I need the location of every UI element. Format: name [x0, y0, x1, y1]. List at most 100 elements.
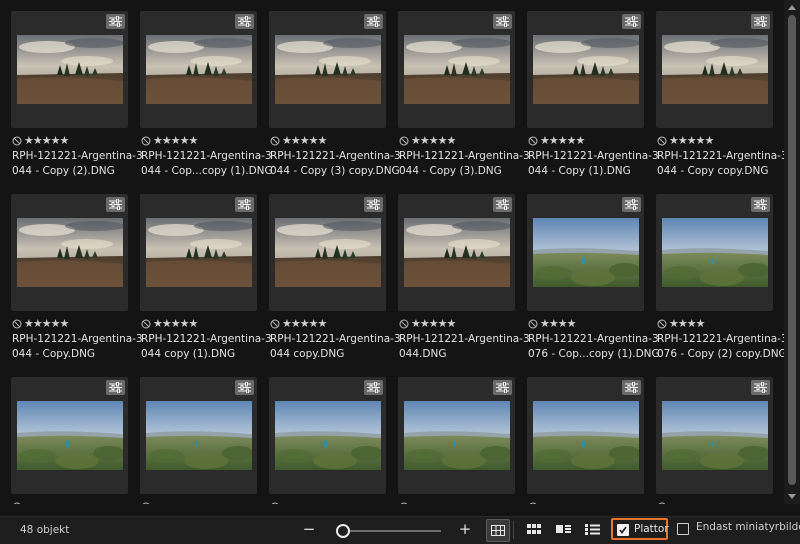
- thumbnail-frame[interactable]: [527, 11, 644, 128]
- reject-icon[interactable]: [12, 319, 22, 329]
- adjustments-button[interactable]: [622, 14, 641, 29]
- adjustments-button[interactable]: [235, 14, 254, 29]
- reject-icon[interactable]: [141, 136, 151, 146]
- thumbnail-tile[interactable]: [11, 377, 128, 504]
- thumbnail-frame[interactable]: [11, 11, 128, 128]
- thumbnail-frame[interactable]: [11, 377, 128, 494]
- thumbnail-frame[interactable]: [269, 194, 386, 311]
- adjustments-button[interactable]: [106, 14, 125, 29]
- star-rating[interactable]: ★★★★: [669, 318, 705, 330]
- tiles-checkbox[interactable]: [617, 524, 629, 536]
- adjustments-button[interactable]: [622, 380, 641, 395]
- rating[interactable]: ★★★★★: [270, 135, 327, 147]
- rating[interactable]: ★★★★★: [657, 135, 714, 147]
- scroll-thumb[interactable]: [788, 15, 796, 485]
- thumbnail-frame[interactable]: [11, 194, 128, 311]
- star-rating[interactable]: ★★★★★: [540, 135, 585, 147]
- reject-icon[interactable]: [528, 319, 538, 329]
- star-rating[interactable]: ★★★★★: [153, 318, 198, 330]
- thumbnail-tile[interactable]: ★★★★★ RPH-121221-Argentina-3 044 - Copy …: [269, 11, 401, 181]
- thumbnail-tile[interactable]: ★★★★★ RPH-121221-Argentina-3 044 - Copy …: [11, 11, 143, 181]
- thumbnail-frame[interactable]: [527, 377, 644, 494]
- thumbnail-frame[interactable]: [656, 194, 773, 311]
- thumbnail-tile[interactable]: ★★★★★ RPH-121221-Argentina-3 044 - Cop..…: [140, 11, 273, 181]
- thumbnails-only-checkbox[interactable]: [677, 523, 689, 535]
- thumbnail-tile[interactable]: [398, 377, 515, 504]
- thumbnail-tile[interactable]: ★★★★★ RPH-121221-Argentina-3 044 copy.DN…: [269, 194, 401, 364]
- thumbnail-photo[interactable]: [146, 218, 252, 287]
- adjustments-button[interactable]: [622, 197, 641, 212]
- reject-icon[interactable]: [399, 502, 409, 504]
- rating[interactable]: ★★★★★: [528, 135, 585, 147]
- detail-view-button[interactable]: [552, 519, 574, 540]
- thumbnail-photo[interactable]: [533, 35, 639, 104]
- adjustments-button[interactable]: [493, 380, 512, 395]
- reject-icon[interactable]: [657, 502, 667, 504]
- thumbnail-photo[interactable]: [662, 35, 768, 104]
- thumbnail-photo[interactable]: [17, 401, 123, 470]
- adjustments-button[interactable]: [235, 380, 254, 395]
- scroll-up-arrow[interactable]: [788, 5, 796, 10]
- thumbnail-photo[interactable]: [17, 218, 123, 287]
- thumbnail-tile[interactable]: ★★★★ RPH-121221-Argentina-3 076 - Copy (…: [656, 194, 784, 364]
- reject-icon[interactable]: [399, 136, 409, 146]
- thumbnail-photo[interactable]: [17, 35, 123, 104]
- vertical-scrollbar[interactable]: [784, 0, 800, 504]
- rating[interactable]: ★★★★★: [399, 135, 456, 147]
- thumbnail-frame[interactable]: [656, 11, 773, 128]
- adjustments-button[interactable]: [364, 380, 383, 395]
- grid-view-button[interactable]: [486, 519, 510, 542]
- thumbnail-photo[interactable]: [146, 401, 252, 470]
- thumbnail-photo[interactable]: [662, 218, 768, 287]
- thumbnail-photo[interactable]: [275, 401, 381, 470]
- star-rating[interactable]: ★★★★★: [282, 318, 327, 330]
- rating[interactable]: [12, 501, 24, 504]
- star-rating[interactable]: ★★★★★: [24, 135, 69, 147]
- rating[interactable]: ★★★★: [657, 318, 705, 330]
- thumbnail-tile[interactable]: ★★★★★ RPH-121221-Argentina-3 044 copy (1…: [140, 194, 272, 364]
- thumbnail-photo[interactable]: [146, 35, 252, 104]
- zoom-out-button[interactable]: −: [301, 520, 317, 538]
- thumbnail-frame[interactable]: [269, 11, 386, 128]
- rating[interactable]: [657, 501, 669, 504]
- thumbnail-tile[interactable]: [269, 377, 386, 504]
- star-rating[interactable]: ★★★★★: [282, 135, 327, 147]
- thumbnail-tile[interactable]: ★★★★ RPH-121221-Argentina-3 076 - Cop...…: [527, 194, 660, 364]
- reject-icon[interactable]: [657, 136, 667, 146]
- reject-icon[interactable]: [12, 502, 22, 504]
- adjustments-button[interactable]: [493, 14, 512, 29]
- reject-icon[interactable]: [270, 136, 280, 146]
- adjustments-button[interactable]: [364, 14, 383, 29]
- adjustments-button[interactable]: [751, 380, 770, 395]
- adjustments-button[interactable]: [106, 380, 125, 395]
- reject-icon[interactable]: [270, 319, 280, 329]
- thumbnail-tile[interactable]: ★★★★★ RPH-121221-Argentina-3 044 - Copy …: [527, 11, 659, 181]
- reject-icon[interactable]: [270, 502, 280, 504]
- thumbnail-photo[interactable]: [662, 401, 768, 470]
- rating[interactable]: [528, 501, 540, 504]
- adjustments-button[interactable]: [751, 14, 770, 29]
- star-rating[interactable]: ★★★★★: [24, 318, 69, 330]
- zoom-slider[interactable]: [340, 530, 441, 532]
- rating[interactable]: ★★★★★: [270, 318, 327, 330]
- rating[interactable]: ★★★★★: [141, 135, 198, 147]
- reject-icon[interactable]: [528, 136, 538, 146]
- rating[interactable]: ★★★★★: [399, 318, 456, 330]
- adjustments-button[interactable]: [235, 197, 254, 212]
- rating[interactable]: ★★★★★: [12, 318, 69, 330]
- star-rating[interactable]: ★★★★★: [411, 318, 456, 330]
- thumbnail-tile[interactable]: [527, 377, 644, 504]
- star-rating[interactable]: ★★★★★: [669, 135, 714, 147]
- reject-icon[interactable]: [399, 319, 409, 329]
- thumbnail-frame[interactable]: [656, 377, 773, 494]
- reject-icon[interactable]: [657, 319, 667, 329]
- thumbnail-frame[interactable]: [140, 194, 257, 311]
- rating[interactable]: ★★★★: [528, 318, 576, 330]
- rating[interactable]: [141, 501, 153, 504]
- adjustments-button[interactable]: [364, 197, 383, 212]
- thumbnail-frame[interactable]: [140, 377, 257, 494]
- thumbnail-tile[interactable]: [656, 377, 773, 504]
- scroll-down-arrow[interactable]: [788, 494, 796, 499]
- reject-icon[interactable]: [528, 502, 538, 504]
- thumbnail-frame[interactable]: [527, 194, 644, 311]
